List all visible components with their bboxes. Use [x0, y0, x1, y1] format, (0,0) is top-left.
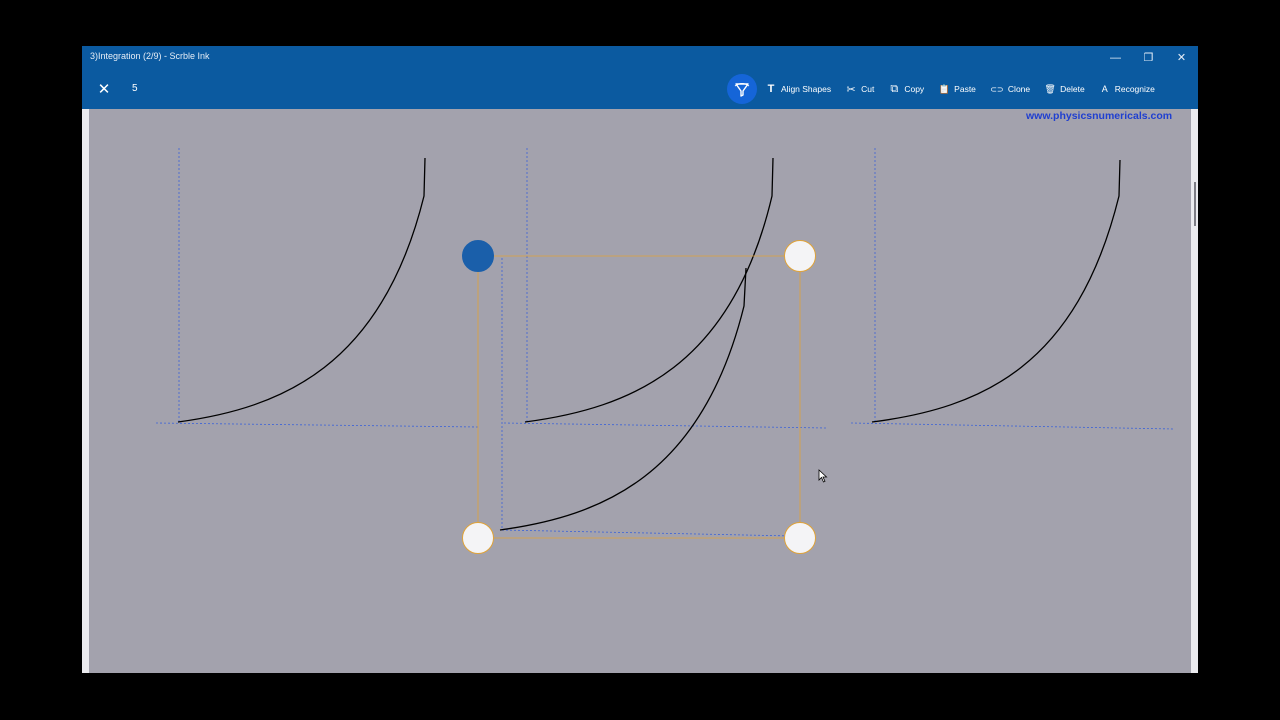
mouse-pointer-icon: [818, 469, 828, 483]
graph-3-curve: [871, 159, 1121, 423]
ink-layer: [155, 148, 1175, 539]
selection-handle-bottom-right[interactable]: [784, 522, 816, 554]
selection-handle-top-right[interactable]: [784, 240, 816, 272]
selection-handle-top-left[interactable]: [462, 240, 494, 272]
graph-1-x-axis: [155, 422, 479, 428]
graph-3-x-axis: [850, 422, 1175, 430]
graph-1-curve: [177, 157, 426, 423]
graph-2-curve: [524, 157, 774, 423]
selected-graph-curve: [499, 267, 747, 531]
selection-handle-bottom-left[interactable]: [462, 522, 494, 554]
selected-graph-x-axis: [501, 529, 795, 537]
graph-2-x-axis: [503, 422, 827, 429]
app-window: 3)Integration (2/9) - Scrble Ink — ❐ ✕ ✕…: [82, 46, 1198, 673]
